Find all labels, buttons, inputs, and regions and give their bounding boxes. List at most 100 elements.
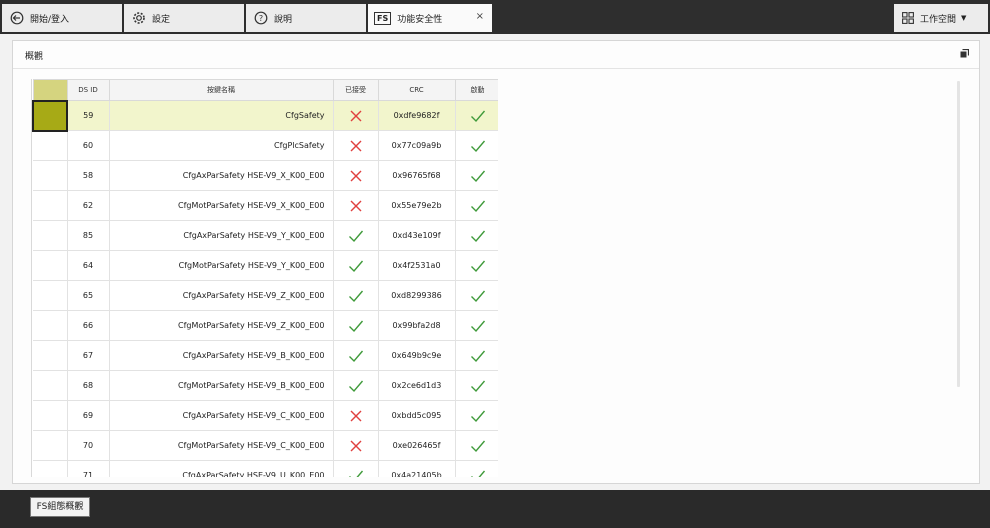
row-selector-cell[interactable] bbox=[33, 250, 68, 281]
table-row[interactable]: 67 CfgAxParSafety HSE-V9_B_K00_E00 0x649b9… bbox=[33, 340, 498, 371]
check-icon bbox=[470, 290, 486, 302]
table-row[interactable]: 62 CfgMotParSafety HSE-V9_X_K00_E00 0x55e7… bbox=[33, 190, 498, 221]
key-name-cell: CfgAxParSafety HSE-V9_U_K00_E00 bbox=[109, 460, 334, 477]
key-name-cell: CfgMotParSafety HSE-V9_X_K00_E00 bbox=[109, 190, 334, 221]
svg-text:?: ? bbox=[259, 14, 263, 23]
table-row[interactable]: 66 CfgMotParSafety HSE-V9_Z_K00_E00 0x99bf… bbox=[33, 310, 498, 341]
check-icon bbox=[470, 170, 486, 182]
tab-help[interactable]: ? 說明 bbox=[246, 4, 366, 32]
table-row[interactable]: 58 CfgAxParSafety HSE-V9_X_K00_E00 0x96765… bbox=[33, 160, 498, 191]
table-header-row: DS ID 按鍵名稱 已接受 CRC 啟動 bbox=[32, 79, 498, 101]
row-selector-cell[interactable] bbox=[33, 460, 68, 477]
accepted-cell bbox=[333, 280, 379, 311]
ds-id-cell: 62 bbox=[67, 190, 110, 221]
check-icon bbox=[348, 230, 364, 242]
crc-cell: 0x77c09a9b bbox=[378, 130, 456, 161]
tab-login[interactable]: 開始/登入 bbox=[2, 4, 122, 32]
check-icon bbox=[470, 410, 486, 422]
restore-window-icon[interactable] bbox=[960, 48, 970, 61]
ds-id-cell: 67 bbox=[67, 340, 110, 371]
ds-id-cell: 60 bbox=[67, 130, 110, 161]
row-selector-cell[interactable] bbox=[33, 340, 68, 371]
workspace-menu[interactable]: 工作空間 ▼ bbox=[894, 4, 988, 32]
active-cell bbox=[455, 310, 498, 341]
key-name-cell: CfgSafety bbox=[109, 100, 334, 131]
fs-config-table: DS ID 按鍵名稱 已接受 CRC 啟動 59 CfgSafety 0xdfe96… bbox=[31, 79, 498, 477]
table-row[interactable]: 68 CfgMotParSafety HSE-V9_B_K00_E00 0x2ce6… bbox=[33, 370, 498, 401]
row-selector-cell[interactable] bbox=[33, 400, 68, 431]
check-icon bbox=[348, 470, 364, 477]
table-row[interactable]: 70 CfgMotParSafety HSE-V9_C_K00_E00 0xe026… bbox=[33, 430, 498, 461]
close-icon[interactable]: × bbox=[476, 11, 484, 22]
accepted-cell bbox=[333, 370, 379, 401]
header-ds-id[interactable]: DS ID bbox=[66, 79, 110, 101]
table-row[interactable]: 59 CfgSafety 0xdfe9682f bbox=[32, 99, 498, 132]
check-icon bbox=[470, 140, 486, 152]
ds-id-cell: 58 bbox=[67, 160, 110, 191]
row-selector-cell[interactable] bbox=[33, 370, 68, 401]
tab-functional-safety[interactable]: FS 功能安全性 × bbox=[368, 4, 492, 32]
check-icon bbox=[470, 440, 486, 452]
check-icon bbox=[470, 470, 486, 477]
key-name-cell: CfgAxParSafety HSE-V9_X_K00_E00 bbox=[109, 160, 334, 191]
crc-cell: 0x2ce6d1d3 bbox=[378, 370, 456, 401]
crc-cell: 0x4f2531a0 bbox=[378, 250, 456, 281]
ds-id-cell: 69 bbox=[67, 400, 110, 431]
accepted-cell bbox=[333, 190, 379, 221]
tab-fs-label: 功能安全性 bbox=[397, 14, 443, 25]
active-cell bbox=[455, 220, 498, 251]
active-cell bbox=[455, 400, 498, 431]
bottom-toolbar: FS組態概觀 bbox=[0, 490, 990, 528]
workspace-label: 工作空間 bbox=[920, 14, 957, 25]
row-selector-cell[interactable] bbox=[33, 280, 68, 311]
row-selector-cell[interactable] bbox=[33, 160, 68, 191]
accepted-cell bbox=[333, 160, 379, 191]
row-selector-cell[interactable] bbox=[33, 220, 68, 251]
table-row[interactable]: 60 CfgPlcSafety 0x77c09a9b bbox=[33, 130, 498, 161]
row-selector-cell[interactable] bbox=[33, 430, 68, 461]
accepted-cell bbox=[333, 250, 379, 281]
active-cell bbox=[455, 250, 498, 281]
table-row[interactable]: 85 CfgAxParSafety HSE-V9_Y_K00_E00 0xd43e1… bbox=[33, 220, 498, 251]
check-icon bbox=[470, 230, 486, 242]
ds-id-cell: 70 bbox=[67, 430, 110, 461]
gear-icon bbox=[132, 11, 146, 25]
ds-id-cell: 66 bbox=[67, 310, 110, 341]
header-key-name[interactable]: 按鍵名稱 bbox=[108, 79, 334, 101]
table-row[interactable]: 71 CfgAxParSafety HSE-V9_U_K00_E00 0x4a214… bbox=[33, 460, 498, 477]
ds-id-cell: 59 bbox=[67, 100, 110, 131]
header-crc[interactable]: CRC bbox=[377, 79, 456, 101]
panel-header: 概觀 bbox=[13, 41, 979, 69]
table-row[interactable]: 65 CfgAxParSafety HSE-V9_Z_K00_E00 0xd8299… bbox=[33, 280, 498, 311]
key-name-cell: CfgAxParSafety HSE-V9_B_K00_E00 bbox=[109, 340, 334, 371]
cross-icon bbox=[350, 110, 362, 121]
top-tab-bar: 開始/登入 設定 ? 說明 FS 功能安全性 × 工作空間 ▼ bbox=[0, 0, 990, 34]
check-icon bbox=[470, 200, 486, 212]
ds-id-cell: 68 bbox=[67, 370, 110, 401]
accepted-cell bbox=[333, 430, 379, 461]
row-selector-cell[interactable] bbox=[33, 190, 68, 221]
active-cell bbox=[455, 190, 498, 221]
key-name-cell: CfgAxParSafety HSE-V9_Z_K00_E00 bbox=[109, 280, 334, 311]
ds-id-cell: 64 bbox=[67, 250, 110, 281]
key-name-cell: CfgAxParSafety HSE-V9_Y_K00_E00 bbox=[109, 220, 334, 251]
row-selector-cell[interactable] bbox=[33, 130, 68, 161]
workspace-grid-icon bbox=[902, 12, 914, 24]
header-active[interactable]: 啟動 bbox=[454, 79, 498, 101]
header-accepted[interactable]: 已接受 bbox=[332, 79, 379, 101]
overview-panel: 概觀 DS ID 按鍵名稱 已接受 CRC 啟動 59 CfgSafety 0xdf… bbox=[12, 40, 980, 484]
key-name-cell: CfgMotParSafety HSE-V9_Y_K00_E00 bbox=[109, 250, 334, 281]
help-icon: ? bbox=[254, 11, 268, 25]
crc-cell: 0xdfe9682f bbox=[378, 100, 456, 131]
tab-settings[interactable]: 設定 bbox=[124, 4, 244, 32]
row-selector-cell[interactable] bbox=[33, 310, 68, 341]
fs-config-overview-button[interactable]: FS組態概觀 bbox=[30, 497, 90, 517]
vertical-scrollbar[interactable] bbox=[957, 81, 960, 387]
check-icon bbox=[470, 380, 486, 392]
table-row[interactable]: 69 CfgAxParSafety HSE-V9_C_K00_E00 0xbdd5c… bbox=[33, 400, 498, 431]
table-row[interactable]: 64 CfgMotParSafety HSE-V9_Y_K00_E00 0x4f25… bbox=[33, 250, 498, 281]
ds-id-cell: 65 bbox=[67, 280, 110, 311]
accepted-cell bbox=[333, 310, 379, 341]
row-selector-cell[interactable] bbox=[32, 99, 68, 132]
cross-icon bbox=[350, 140, 362, 151]
